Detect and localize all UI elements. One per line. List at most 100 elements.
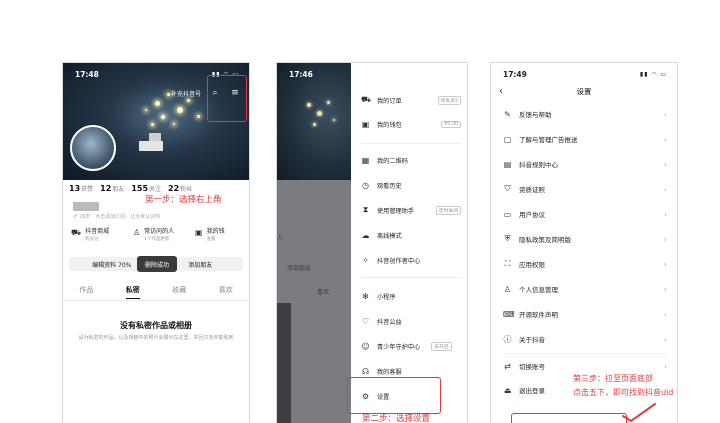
menu-item-charity[interactable]: ♡ 抖音公益 [361,314,461,328]
stat-followers[interactable]: 22粉丝 [168,184,192,193]
menu-item-qrcode[interactable]: ▦ 我的二维码 [361,153,461,167]
history-icon: ◷ [362,180,369,190]
menu-item-miniapp[interactable]: ✻ 小程序 [361,289,461,303]
rules-icon: ▤ [503,159,512,169]
stat-following[interactable]: 155关注 [131,184,161,193]
bio-text[interactable]: ♂ 26岁 · 点击添加介绍，让大家认识你 [73,213,160,220]
empty-state-title: 没有私密作品或相册 [120,321,192,330]
tab-works[interactable]: 作品 [79,285,93,299]
menu-item-creator-center[interactable]: ✧ 抖音创作者中心 [361,253,461,267]
settings-item-certificates[interactable]: ⛉ 资质证照 › [503,182,668,196]
settings-item-switch-account[interactable]: ⇄ 切换账号 › [503,359,667,373]
settings-item-feedback[interactable]: ✎ 反馈与帮助 › [503,107,667,121]
chevron-right-icon: › [663,309,667,319]
avatar[interactable] [70,125,116,171]
chevron-right-icon: › [663,184,667,194]
chevron-right-icon: › [663,159,667,169]
logout-icon: ⏏ [503,385,512,395]
chevron-right-icon: › [663,334,667,344]
service-icon: ☊ [361,366,370,376]
status-time: 17:49 [503,69,527,79]
settings-item-rules[interactable]: ▤ 抖音规则中心 › [503,157,667,171]
menu-item-offline[interactable]: ☁ 离线模式 [361,228,461,242]
offline-icon: ☁ [361,230,370,240]
menu-item-usage-assistant[interactable]: ⧗ 使用管理助手 定时关闭 [361,203,461,217]
menu-divider [361,143,461,144]
settings-item-user-agreement[interactable]: ▭ 用户协议 › [503,207,667,221]
menu-item-service[interactable]: ☊ 我的客服 [361,364,461,378]
shop-entry[interactable]: ⛟ 抖音商城 购买过 [63,228,125,243]
side-menu: ⛟ 我的订单 待发货2 ▣ 我的钱包 ¥0.00 ▦ 我的二维码 ◷ 观看历史 ⧗ 使用管理助… [351,63,467,423]
menu-divider [361,277,461,278]
settings-screen: 17:49 ▮▮ ◠ ▭ ‹ 设置 ✎ 反馈与帮助 › ▢ 了解与管理广告推送 › ▤ 抖… [490,62,678,423]
tab-private[interactable]: 私密 [125,285,140,299]
feedback-icon: ✎ [504,109,511,119]
frag-person: 人 [277,235,284,242]
chevron-right-icon: › [663,234,667,244]
toast-message: 删除成功 [137,256,177,272]
settings-divider [503,353,667,354]
tutorial-stage: 17:48 ▮▮ ◠ ▭ 补充抖音号 ⌕ ≡ 13获赞 12朋友 155关注 2… [0,0,720,423]
profile-stats: 13获赞 12朋友 155关注 22粉丝 [69,184,243,193]
cover-image-dim [277,63,351,180]
chevron-right-icon: › [663,109,667,119]
menu-item-wallet[interactable]: ▣ 我的钱包 ¥0.00 [361,117,461,131]
status-bar: 17:49 ▮▮ ◠ ▭ [503,69,667,79]
empty-state-subtitle: 设为私密的作品，以及相册中的照片会展示在这里，并且只有你能看到 [78,335,234,341]
profile-body: 13获赞 12朋友 155关注 22粉丝 ♂ 26岁 · 点击添加介绍，让大家认… [63,180,249,423]
signal-icon: ▮▮ ◠ ▭ [639,70,667,78]
settings-item-about[interactable]: ⓘ 关于抖音 › [503,332,668,346]
nickname-blurred [149,133,161,141]
chevron-right-icon: › [663,361,667,371]
frequent-visitors-entry[interactable]: ♙ 常访问的人 1个作品更新 [125,228,187,243]
complete-id-link[interactable]: 补充抖音号 [171,89,201,98]
quick-entries: ⛟ 抖音商城 购买过 ♙ 常访问的人 1个作品更新 ▣ 我的钱 查看 [63,228,249,243]
status-time: 17:48 [75,69,99,79]
highlight-box-settings [347,377,441,414]
settings-item-ads[interactable]: ▢ 了解与管理广告推送 › [503,132,667,146]
highlight-box-top-right [207,75,247,122]
page-title: 设置 [576,86,592,96]
stat-likes[interactable]: 13获赞 [69,184,93,193]
about-icon: ⓘ [503,334,512,344]
chevron-right-icon: › [663,134,667,144]
settings-item-privacy[interactable]: ⛨ 隐私政策及简明版 › [503,232,668,246]
highlight-box-bottom [511,413,627,423]
wallet-icon: ▣ [361,119,370,129]
person-icon: ♙ [133,228,141,237]
step3-annotation-line2: 点击五下，即可找到抖音uid [573,388,674,397]
frag-add-friend: 添加朋友 [287,265,312,272]
cert-icon: ⛉ [504,184,511,193]
checkmark-icon [622,403,656,422]
stat-friends[interactable]: 12朋友 [100,184,124,193]
status-time: 17:46 [289,69,313,79]
chevron-right-icon: › [663,259,667,269]
menu-item-history[interactable]: ◷ 观看历史 [361,178,461,192]
profile-tabs: 作品 私密 收藏 喜欢 [63,285,249,299]
step1-annotation: 第一步：选择右上角 [145,195,222,205]
step3-annotation-line1: 第三步：拉至页面底部 [573,374,653,383]
settings-item-personal-info[interactable]: ♙ 个人信息管理 › [503,282,667,296]
settings-item-permissions[interactable]: ⛶ 应用权限 › [503,257,667,271]
settings-item-open-source[interactable]: ⌨ 开源软件声明 › [503,307,667,321]
personal-info-icon: ♙ [503,284,512,294]
tab-likes[interactable]: 喜欢 [219,285,233,299]
bulb-icon: ✧ [362,255,369,265]
bio-blurred [73,202,99,211]
tab-divider [63,300,249,301]
cart-icon: ⛟ [361,95,372,104]
timer-icon: ⧗ [362,205,369,214]
tab-favorites[interactable]: 收藏 [172,285,186,299]
thumbnail-dim [277,303,291,423]
wallet-entry[interactable]: ▣ 我的钱 查看 [187,228,249,243]
qrcode-icon: ▦ [361,155,370,165]
menu-item-teen-center[interactable]: ☺ 青少年守护中心 未开启 [361,339,461,353]
nickname-blurred-2 [139,141,163,151]
switch-icon: ⇄ [504,361,511,371]
back-icon[interactable]: ‹ [499,86,503,97]
chevron-right-icon: › [663,209,667,219]
ad-icon: ▢ [503,134,512,144]
menu-item-orders[interactable]: ⛟ 我的订单 待发货2 [361,93,461,107]
charity-icon: ♡ [361,316,370,326]
teen-icon: ☺ [361,341,370,351]
